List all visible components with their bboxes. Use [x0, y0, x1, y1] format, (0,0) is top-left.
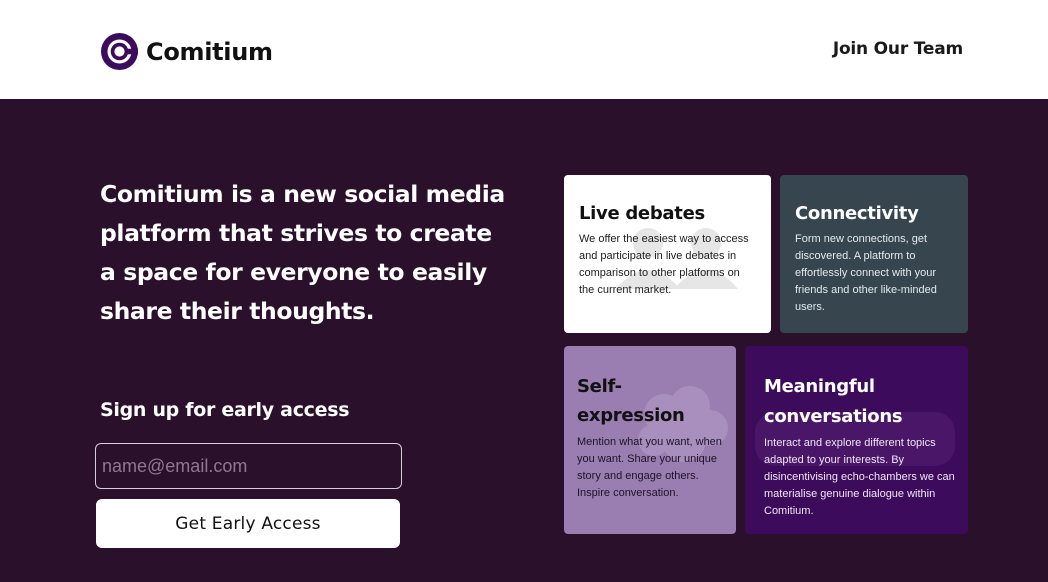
site-header: Comitium Join Our Team [0, 0, 1048, 99]
signup-title: Sign up for early access [100, 399, 350, 421]
feature-card-self-expression: Self-expression Mention what you want, w… [564, 346, 736, 534]
email-input[interactable] [95, 443, 402, 489]
comitium-logo-icon [101, 33, 138, 70]
get-early-access-button[interactable]: Get Early Access [96, 499, 400, 548]
feature-title: Live debates [579, 203, 705, 224]
feature-title: Self-expression [577, 376, 685, 426]
brand-name: Comitium [146, 37, 273, 66]
feature-title: Meaningful conversations [764, 376, 903, 427]
feature-card-meaningful-conversations: Meaningful conversations Interact and ex… [745, 346, 968, 534]
feature-card-live-debates: Live debates We offer the easiest way to… [564, 175, 771, 333]
feature-description: Mention what you want, when you want. Sh… [577, 436, 722, 499]
hero-text: Comitium is a new social media platform … [100, 180, 505, 325]
feature-description: Form new connections, get discovered. A … [795, 233, 937, 313]
feature-description: We offer the easiest way to access and p… [579, 233, 749, 296]
join-our-team-link[interactable]: Join Our Team [833, 39, 963, 59]
feature-description: Interact and explore different topics ad… [764, 437, 955, 517]
feature-card-connectivity: Connectivity Form new connections, get d… [780, 175, 968, 333]
logo[interactable]: Comitium [101, 33, 273, 70]
feature-title: Connectivity [795, 203, 919, 224]
